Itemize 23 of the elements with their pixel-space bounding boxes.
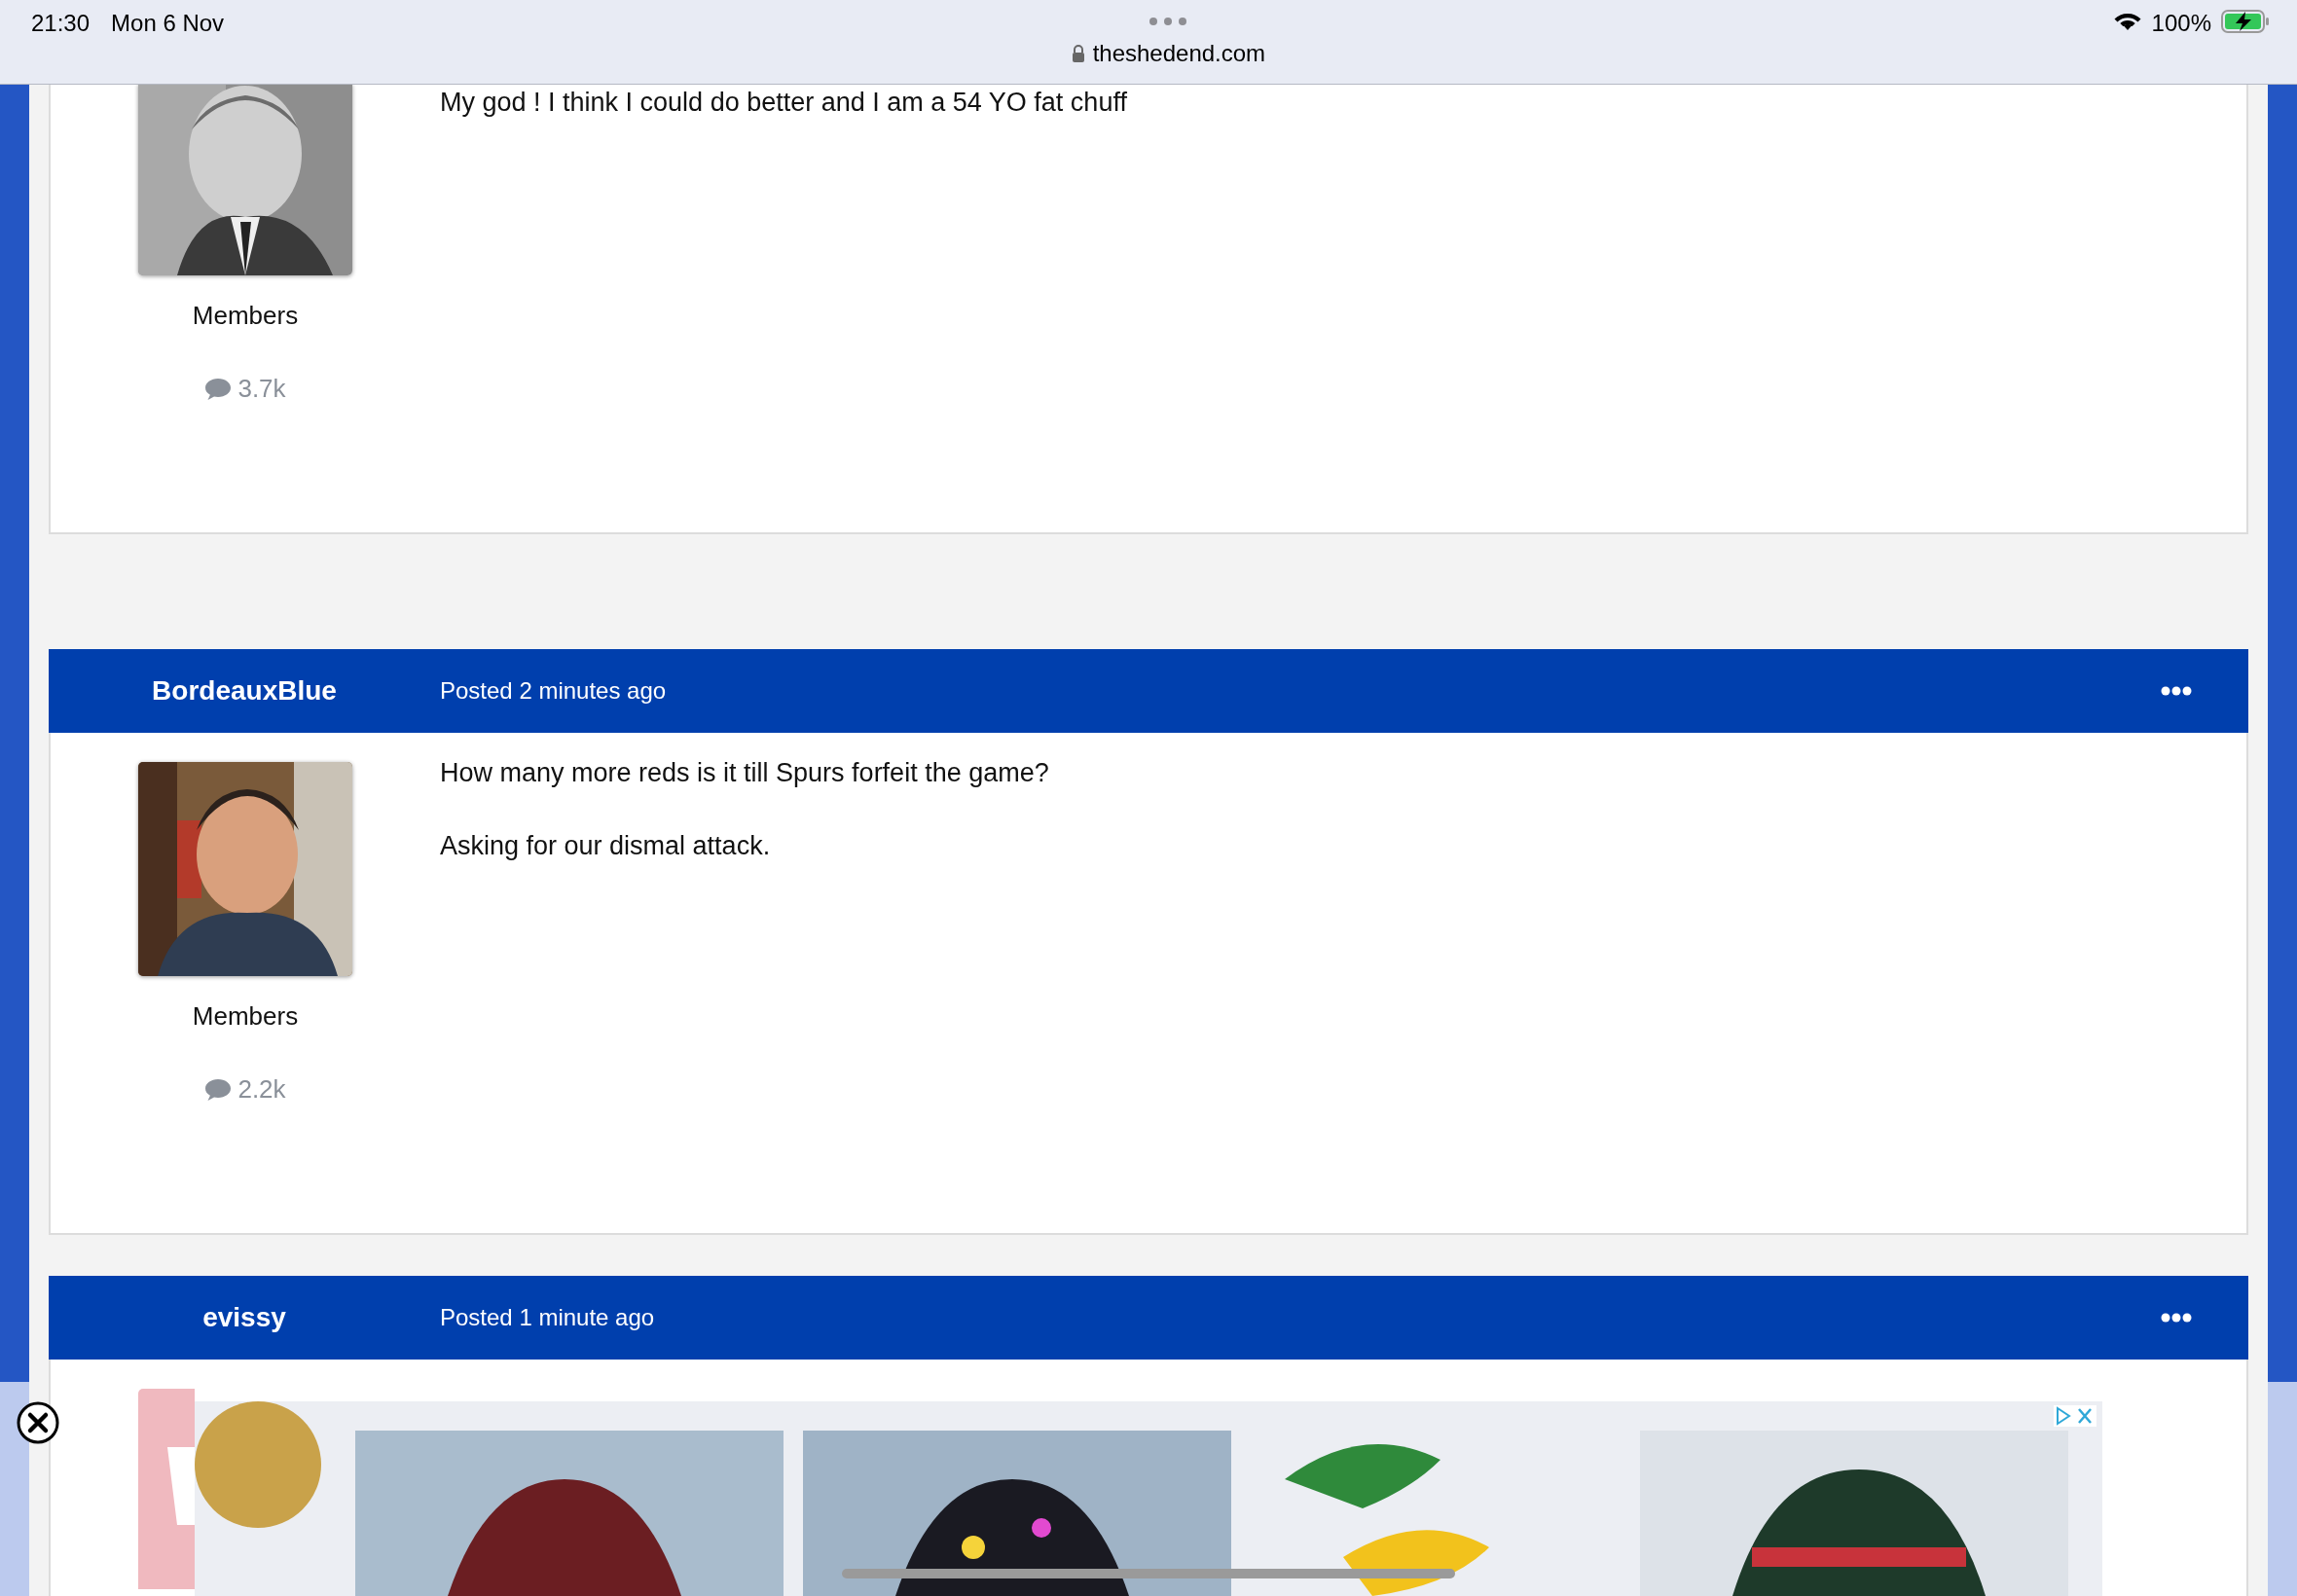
post-count: 2.2k <box>237 1074 286 1105</box>
ad-info-icon[interactable] <box>2054 1405 2096 1427</box>
member-group: Members <box>192 301 299 331</box>
post-date: Posted 1 minute ago <box>440 1304 656 1331</box>
post-count: 3.7k <box>237 374 286 404</box>
post-text: Asking for our dismal attack. <box>440 831 772 861</box>
multitasking-icon[interactable] <box>1148 17 1188 26</box>
author-name[interactable]: evissy <box>49 1302 440 1333</box>
post-text: My god ! I think I could do better and I am a 54 YO fat chuff <box>440 88 1127 118</box>
url[interactable]: theshedend.com <box>1092 40 1266 67</box>
comment-icon <box>204 377 233 401</box>
member-group: Members <box>192 1001 299 1032</box>
author-name[interactable]: BordeauxBlue <box>49 675 440 707</box>
more-options-icon[interactable] <box>2161 1313 2192 1323</box>
lock-icon <box>1071 45 1085 62</box>
close-icon[interactable] <box>16 1400 60 1445</box>
clock: 21:30 <box>31 10 91 38</box>
comment-icon <box>204 1077 233 1102</box>
date: Mon 6 Nov <box>111 10 225 38</box>
battery-percent: 100% <box>2151 10 2211 37</box>
more-options-icon[interactable] <box>2161 686 2192 696</box>
post-text: How many more reds is it till Spurs forfeit the game? <box>440 758 1049 788</box>
post-date: Posted 2 minutes ago <box>440 677 668 705</box>
